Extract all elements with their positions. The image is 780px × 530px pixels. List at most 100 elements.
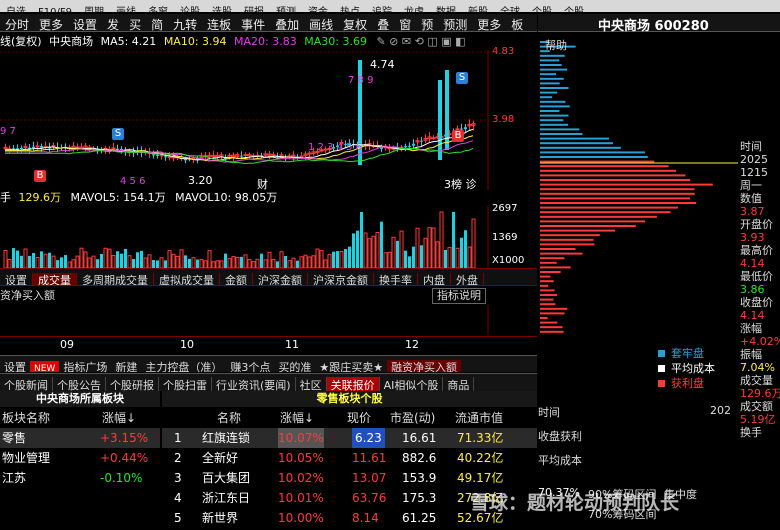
news-tab[interactable]: 商品 (443, 377, 475, 391)
toolbar-item[interactable]: 板 (506, 16, 528, 31)
kline-type-label[interactable]: 线(复权) (0, 35, 42, 48)
volume-bar[interactable] (40, 251, 43, 268)
sector-chg-header[interactable]: 涨幅↓ (102, 409, 136, 426)
candle-body[interactable] (20, 147, 23, 150)
volume-bar[interactable] (87, 257, 92, 268)
volume-bar[interactable] (184, 255, 187, 268)
volume-bar[interactable] (28, 255, 31, 268)
volume-bar[interactable] (439, 211, 444, 268)
volume-bar[interactable] (16, 250, 19, 268)
toolbar-item[interactable]: 画线 (304, 16, 338, 31)
toolbar-item[interactable]: 更多 (472, 16, 506, 31)
volume-bar[interactable] (32, 252, 35, 268)
indicator-tab[interactable]: 外盘 (451, 273, 484, 285)
sector-name-header[interactable]: 板块名称 (2, 409, 50, 426)
volume-bar[interactable] (423, 237, 428, 268)
volume-bar[interactable] (367, 238, 372, 268)
volume-bar[interactable] (124, 248, 127, 268)
top-menu-item[interactable]: 数据 (430, 7, 462, 12)
top-menu-item[interactable]: 龙虎 (398, 7, 430, 12)
kline-chart[interactable] (0, 50, 490, 190)
volume-bar[interactable] (455, 247, 460, 268)
stock-row[interactable]: 1 红旗连锁 10.07% 6.23 16.61 71.33亿 (162, 428, 537, 448)
toolbar-item[interactable]: 叠加 (270, 16, 304, 31)
volume-bar[interactable] (120, 253, 123, 268)
candle-body[interactable] (412, 143, 415, 146)
volume-bar[interactable] (363, 232, 368, 268)
volume-bar[interactable] (279, 251, 284, 268)
tool-tab[interactable]: ★跟庄买卖★ (315, 360, 387, 372)
volume-bar[interactable] (175, 255, 180, 268)
volume-bar[interactable] (147, 254, 152, 268)
indicator-tab[interactable]: 沪深金额 (253, 273, 308, 285)
toolbar-item[interactable]: 设置 (68, 16, 102, 31)
volume-bar[interactable] (303, 254, 308, 268)
volume-bar[interactable] (412, 246, 415, 268)
volume-chart[interactable] (0, 206, 490, 268)
indicator-tab[interactable]: 成交量 (33, 273, 77, 285)
top-menu-item[interactable]: 选股 (206, 7, 238, 12)
stock-price-header[interactable]: 现价 (347, 409, 371, 426)
volume-bar[interactable] (284, 255, 287, 268)
top-menu-item[interactable]: 个股 (558, 7, 590, 12)
volume-bar[interactable] (116, 251, 119, 268)
volume-bar[interactable] (23, 248, 28, 268)
volume-bar[interactable] (35, 256, 40, 268)
volume-bar[interactable] (427, 227, 432, 268)
drawing-tools-icons[interactable]: ✎ ⊘ ✉ ⟲ ◫ ▣ ◧ (376, 35, 465, 48)
volume-bar[interactable] (260, 253, 263, 268)
volume-bar[interactable] (435, 241, 440, 268)
stock-pe-header[interactable]: 市盈(动) (390, 409, 435, 426)
volume-bar[interactable] (348, 246, 351, 268)
news-tab[interactable]: 个股公告 (53, 377, 106, 391)
candle-body[interactable] (164, 156, 167, 158)
indicator-help-button[interactable]: 指标说明 (432, 288, 486, 304)
toolbar-item[interactable]: 买 (124, 16, 146, 31)
volume-bar[interactable] (152, 260, 155, 268)
toolbar-item[interactable]: 叠 (372, 16, 394, 31)
candle-body[interactable] (408, 145, 411, 147)
candle-body[interactable] (464, 127, 467, 130)
stock-row[interactable]: 3 百大集团 10.02% 13.07 153.9 49.17亿 (162, 468, 537, 488)
volume-bar[interactable] (291, 257, 296, 268)
candle-body[interactable] (32, 146, 35, 148)
volume-bar[interactable] (140, 250, 143, 268)
indicator-tab[interactable]: 虚拟成交量 (154, 273, 220, 285)
stock-name-header[interactable]: 名称 (217, 409, 241, 426)
candle-body[interactable] (207, 154, 212, 157)
toolbar-item[interactable]: 更多 (34, 16, 68, 31)
top-menu-item[interactable]: 研报 (238, 7, 270, 12)
candle-body[interactable] (79, 146, 84, 149)
volume-bar[interactable] (107, 248, 112, 268)
volume-bar[interactable] (191, 257, 196, 268)
volume-bar[interactable] (431, 227, 436, 268)
volume-bar[interactable] (20, 255, 23, 268)
indicator-tab[interactable]: 沪深京金额 (308, 273, 374, 285)
top-menu-item[interactable]: 预测 (270, 7, 302, 12)
volume-bar[interactable] (387, 251, 392, 268)
volume-bar[interactable] (83, 251, 88, 268)
volume-bar[interactable] (255, 258, 260, 268)
candle-body[interactable] (152, 154, 155, 156)
volume-bar[interactable] (60, 257, 63, 268)
volume-bar[interactable] (3, 250, 8, 268)
volume-bar[interactable] (43, 253, 48, 268)
volume-bar[interactable] (267, 251, 272, 268)
candle-body[interactable] (420, 140, 423, 142)
top-menu-item[interactable]: 自选 (0, 7, 32, 12)
volume-bar[interactable] (408, 256, 411, 268)
top-menu-item[interactable]: 多窗 (142, 7, 174, 12)
tool-tab[interactable]: NEW (30, 361, 60, 372)
volume-bar[interactable] (235, 256, 240, 268)
volume-bar[interactable] (356, 230, 359, 268)
volume-bar[interactable] (159, 257, 164, 268)
volume-bar[interactable] (100, 253, 103, 268)
stock-row[interactable]: 2 全新好 10.05% 11.61 882.6 40.22亿 (162, 448, 537, 468)
stock-cap-header[interactable]: 流通市值 (455, 409, 503, 426)
volume-bar[interactable] (203, 260, 208, 268)
volume-bar[interactable] (96, 259, 99, 268)
candle-body[interactable] (116, 148, 119, 150)
volume-bar[interactable] (196, 259, 199, 268)
top-menu-item[interactable]: 画线 (110, 7, 142, 12)
volume-bar[interactable] (231, 256, 236, 268)
